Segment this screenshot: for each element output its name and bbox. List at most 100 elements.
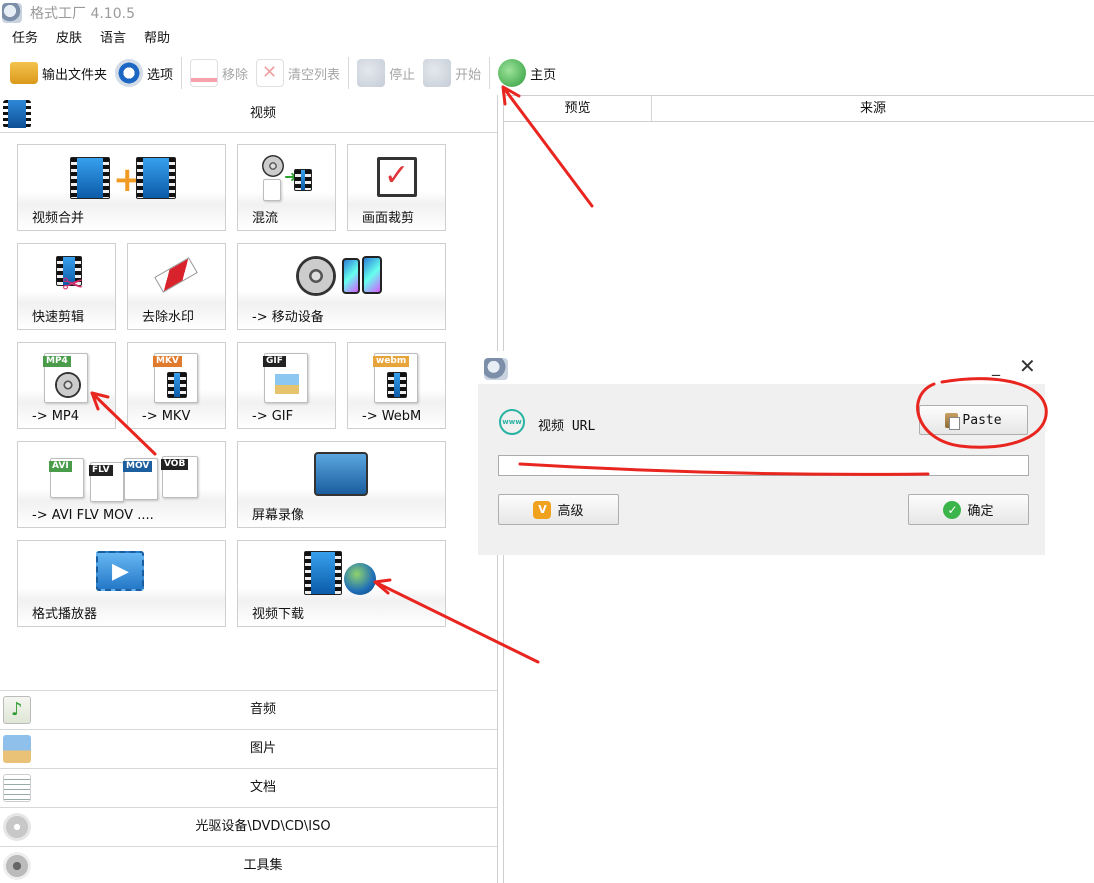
category-tools[interactable]: 工具集: [0, 846, 497, 883]
film-icon: [136, 157, 176, 199]
phone-icon: [362, 256, 382, 294]
category-video-label: 视频: [249, 106, 276, 121]
tile-remove-watermark[interactable]: 去除水印: [127, 243, 226, 330]
vob-tag: VOB: [161, 459, 189, 470]
task-list-header: 预览 来源: [504, 95, 1094, 122]
webm-tag: webm: [373, 356, 410, 367]
toolbar-divider: [489, 57, 491, 89]
category-picture-label: 图片: [249, 741, 276, 756]
video-url-label: 视频 URL: [538, 419, 596, 434]
tile-to-mkv[interactable]: MKV -> MKV: [127, 342, 226, 429]
video-url-dialog: _ ✕ www 视频 URL Paste V 高级 ✓ 确定: [478, 351, 1045, 555]
film-icon: [167, 372, 187, 398]
menu-task[interactable]: 任务: [0, 28, 44, 50]
start-button[interactable]: 开始: [419, 55, 485, 91]
mp4-file-icon: MP4: [43, 353, 88, 403]
home-globe-icon: [498, 59, 527, 87]
mkv-tag: MKV: [153, 356, 182, 367]
tile-label: 快速剪辑: [32, 310, 85, 325]
menu-skin[interactable]: 皮肤: [44, 28, 88, 50]
globe-download-icon: [344, 563, 376, 595]
clear-list-label: 清空列表: [288, 67, 341, 83]
column-source[interactable]: 来源: [652, 96, 1094, 121]
category-picture[interactable]: 图片: [0, 729, 497, 768]
ok-button[interactable]: ✓ 确定: [908, 494, 1029, 525]
mov-file-icon: MOV: [123, 458, 158, 500]
menu-language[interactable]: 语言: [88, 28, 132, 50]
menu-bar: 任务 皮肤 语言 帮助: [0, 28, 176, 50]
category-document[interactable]: 文档: [0, 768, 497, 807]
shield-v-icon: V: [533, 500, 552, 519]
home-button[interactable]: 主页: [494, 55, 560, 91]
options-label: 选项: [147, 67, 174, 83]
film-icon: [387, 372, 407, 398]
tile-crop[interactable]: ✓ 画面裁剪: [347, 144, 446, 231]
tile-to-mp4[interactable]: MP4 -> MP4: [17, 342, 116, 429]
clear-list-button[interactable]: 清空列表: [252, 55, 344, 91]
category-document-label: 文档: [249, 780, 276, 795]
tile-label: 混流: [252, 211, 279, 226]
category-panel: 视频 + 视频合并 ➜ 混流 ✓ 画面裁剪 ✂ 快速剪辑 去除水印 -> 移动设…: [0, 95, 498, 883]
tile-video-merge[interactable]: + 视频合并: [17, 144, 226, 231]
output-folder-label: 输出文件夹: [42, 67, 108, 83]
tile-to-gif[interactable]: GIF -> GIF: [237, 342, 336, 429]
tile-to-webm[interactable]: webm -> WebM: [347, 342, 446, 429]
www-globe-icon: www: [499, 409, 525, 435]
options-gear-icon: [115, 59, 144, 87]
column-preview[interactable]: 预览: [504, 96, 653, 121]
webm-file-icon: webm: [373, 353, 418, 403]
mp4-tag: MP4: [43, 356, 71, 367]
category-audio[interactable]: 音频: [0, 690, 497, 729]
paste-button[interactable]: Paste: [919, 405, 1028, 435]
gif-tag: GIF: [263, 356, 286, 367]
clipboard-icon: [945, 412, 961, 430]
app-logo-icon: [2, 3, 22, 23]
tile-label: 去除水印: [142, 310, 195, 325]
tile-format-player[interactable]: ▶ 格式播放器: [17, 540, 226, 627]
category-video[interactable]: 视频: [0, 95, 497, 133]
tile-label: -> AVI FLV MOV ....: [32, 508, 154, 523]
options-button[interactable]: 选项: [111, 55, 177, 91]
advanced-button[interactable]: V 高级: [498, 494, 619, 525]
close-icon[interactable]: ✕: [1019, 354, 1036, 378]
start-label: 开始: [455, 67, 482, 83]
menu-help[interactable]: 帮助: [132, 28, 176, 50]
tile-video-download[interactable]: 视频下载: [237, 540, 446, 627]
category-disc-label: 光驱设备\DVD\CD\ISO: [195, 819, 331, 834]
window-title: 格式工厂 4.10.5: [30, 6, 135, 22]
toolbar-divider: [348, 57, 350, 89]
remove-label: 移除: [222, 67, 249, 83]
folder-icon: [10, 62, 38, 84]
film-reel-icon: [262, 155, 284, 177]
mov-tag: MOV: [123, 461, 153, 472]
film-icon: [304, 551, 342, 595]
stop-label: 停止: [389, 67, 416, 83]
minimize-icon[interactable]: _: [992, 357, 1000, 376]
phone-icon: [342, 258, 360, 294]
home-label: 主页: [530, 67, 557, 83]
url-input[interactable]: [498, 455, 1029, 476]
remove-icon: [190, 59, 219, 87]
flv-tag: FLV: [89, 465, 113, 476]
tile-label: -> 移动设备: [252, 310, 324, 325]
category-disc[interactable]: 光驱设备\DVD\CD\ISO: [0, 807, 497, 846]
tile-label: 画面裁剪: [362, 211, 415, 226]
stop-button[interactable]: 停止: [353, 55, 419, 91]
tile-label: -> WebM: [362, 409, 422, 424]
category-list: 音频 图片 文档 光驱设备\DVD\CD\ISO 工具集: [0, 690, 497, 883]
avi-tag: AVI: [49, 461, 72, 472]
tile-screen-record[interactable]: 屏幕录像: [237, 441, 446, 528]
tile-to-avi-flv-mov[interactable]: AVI FLV MOV VOB -> AVI FLV MOV ....: [17, 441, 226, 528]
output-folder-button[interactable]: 输出文件夹: [6, 55, 111, 91]
scissors-icon: ✂: [62, 270, 84, 300]
paste-label: Paste: [962, 412, 1002, 428]
mkv-file-icon: MKV: [153, 353, 198, 403]
remove-button[interactable]: 移除: [186, 55, 252, 91]
tile-mux[interactable]: ➜ 混流: [237, 144, 336, 231]
toolbar-divider: [181, 57, 183, 89]
tile-label: 视频合并: [32, 211, 85, 226]
tile-quick-clip[interactable]: ✂ 快速剪辑: [17, 243, 116, 330]
category-tools-label: 工具集: [243, 858, 283, 873]
tile-label: 格式播放器: [32, 607, 98, 622]
tile-mobile-device[interactable]: -> 移动设备: [237, 243, 446, 330]
